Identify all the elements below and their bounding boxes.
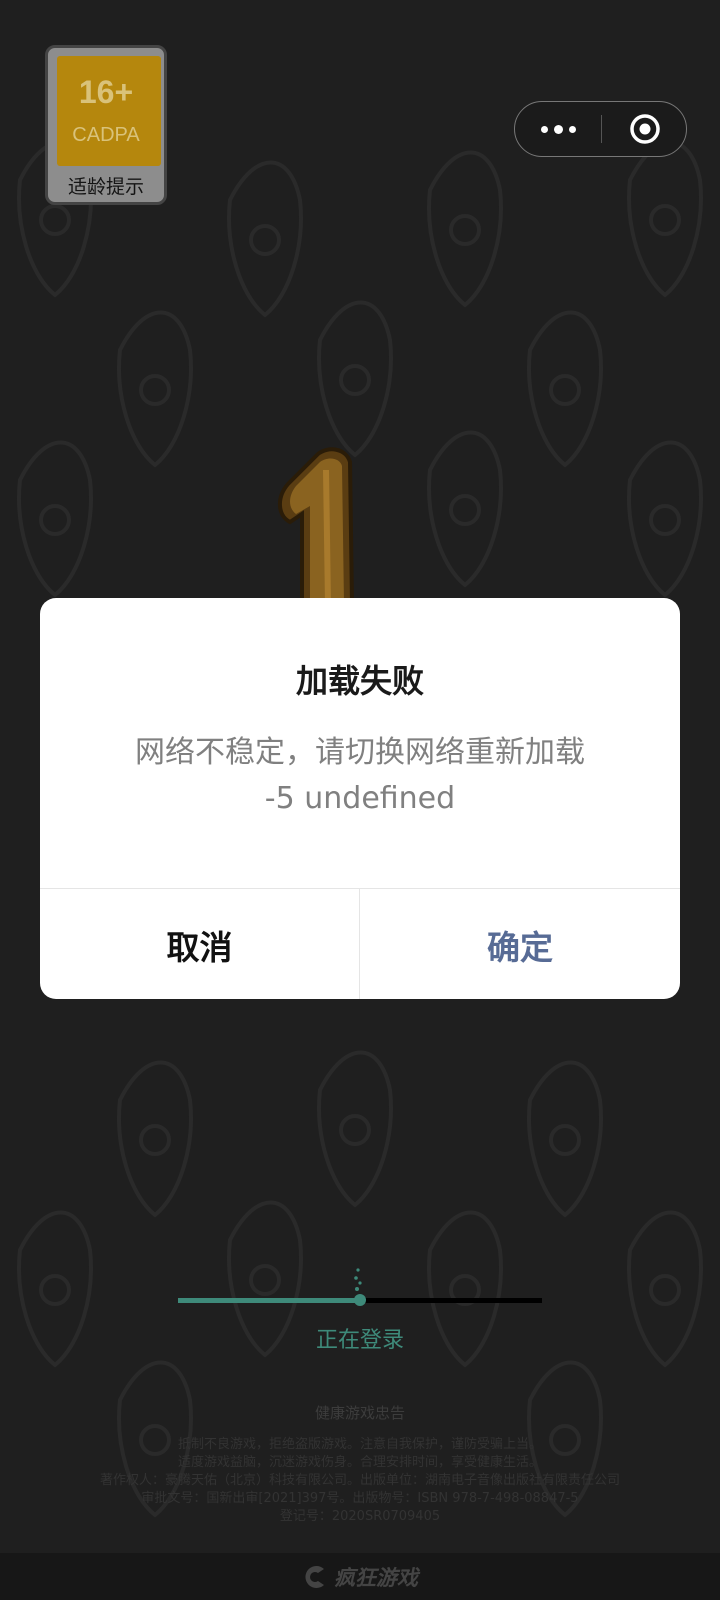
game-loading-screen: 16+ CADPA 适龄提示 正在登录 健康游戏忠告 抵制不良游戏，拒绝盗版游戏… (0, 0, 720, 1600)
confirm-button[interactable]: 确定 (360, 889, 680, 999)
load-failed-dialog: 加载失败 网络不稳定，请切换网络重新加载 -5 undefined 取消 确定 (40, 598, 680, 999)
dialog-title: 加载失败 (295, 662, 424, 700)
dialog-message: 网络不稳定，请切换网络重新加载 -5 undefined (80, 730, 640, 822)
dialog-footer: 取消 确定 (40, 888, 680, 999)
cancel-button[interactable]: 取消 (40, 889, 360, 999)
dialog-error-code: -5 undefined (264, 781, 456, 816)
dialog-message-line: 网络不稳定，请切换网络重新加载 (135, 735, 585, 770)
